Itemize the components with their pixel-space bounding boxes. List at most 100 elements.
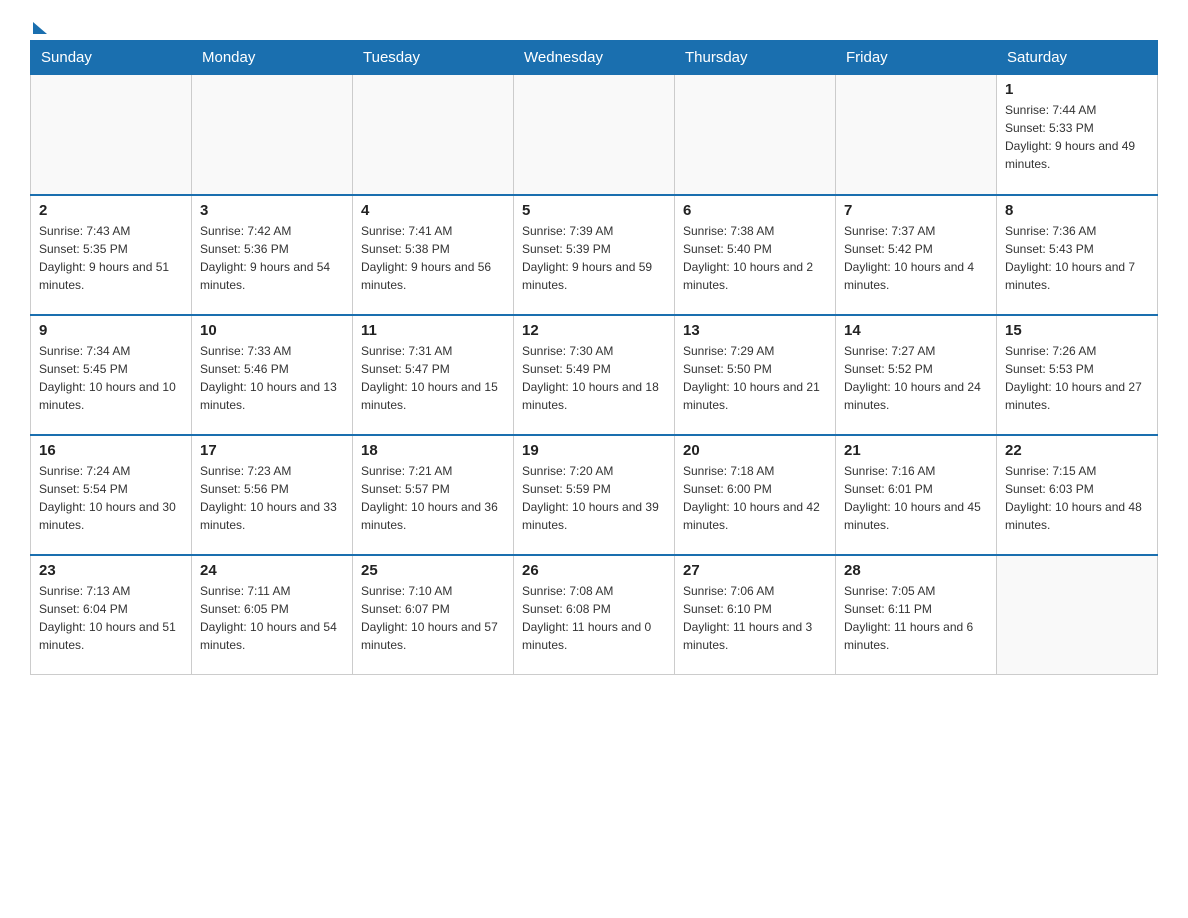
day-info: Sunrise: 7:44 AMSunset: 5:33 PMDaylight:… [1005,101,1149,173]
column-header-sunday: Sunday [31,41,192,75]
day-number: 13 [683,322,827,339]
day-number: 24 [200,562,344,579]
day-number: 14 [844,322,988,339]
week-row-1: 1 Sunrise: 7:44 AMSunset: 5:33 PMDaylight… [31,75,1158,195]
calendar-cell: 13 Sunrise: 7:29 AMSunset: 5:50 PMDayligh… [675,315,836,435]
day-info: Sunrise: 7:16 AMSunset: 6:01 PMDaylight:… [844,462,988,534]
calendar-cell: 19 Sunrise: 7:20 AMSunset: 5:59 PMDayligh… [514,435,675,555]
day-info: Sunrise: 7:30 AMSunset: 5:49 PMDaylight:… [522,342,666,414]
day-info: Sunrise: 7:08 AMSunset: 6:08 PMDaylight:… [522,582,666,654]
day-info: Sunrise: 7:21 AMSunset: 5:57 PMDaylight:… [361,462,505,534]
day-number: 16 [39,442,183,459]
calendar-cell [836,75,997,195]
day-info: Sunrise: 7:33 AMSunset: 5:46 PMDaylight:… [200,342,344,414]
day-number: 25 [361,562,505,579]
calendar-cell: 23 Sunrise: 7:13 AMSunset: 6:04 PMDayligh… [31,555,192,675]
day-info: Sunrise: 7:42 AMSunset: 5:36 PMDaylight:… [200,222,344,294]
calendar-cell: 7 Sunrise: 7:37 AMSunset: 5:42 PMDaylight… [836,195,997,315]
calendar-cell [675,75,836,195]
day-number: 8 [1005,202,1149,219]
calendar-cell [31,75,192,195]
day-number: 11 [361,322,505,339]
day-info: Sunrise: 7:31 AMSunset: 5:47 PMDaylight:… [361,342,505,414]
column-header-friday: Friday [836,41,997,75]
calendar-header-row: SundayMondayTuesdayWednesdayThursdayFrid… [31,41,1158,75]
day-info: Sunrise: 7:20 AMSunset: 5:59 PMDaylight:… [522,462,666,534]
day-number: 28 [844,562,988,579]
calendar-cell: 27 Sunrise: 7:06 AMSunset: 6:10 PMDayligh… [675,555,836,675]
week-row-2: 2 Sunrise: 7:43 AMSunset: 5:35 PMDaylight… [31,195,1158,315]
day-number: 23 [39,562,183,579]
day-info: Sunrise: 7:05 AMSunset: 6:11 PMDaylight:… [844,582,988,654]
calendar-cell: 17 Sunrise: 7:23 AMSunset: 5:56 PMDayligh… [192,435,353,555]
calendar-cell: 3 Sunrise: 7:42 AMSunset: 5:36 PMDaylight… [192,195,353,315]
day-info: Sunrise: 7:18 AMSunset: 6:00 PMDaylight:… [683,462,827,534]
calendar-cell: 24 Sunrise: 7:11 AMSunset: 6:05 PMDayligh… [192,555,353,675]
day-info: Sunrise: 7:38 AMSunset: 5:40 PMDaylight:… [683,222,827,294]
day-number: 15 [1005,322,1149,339]
day-info: Sunrise: 7:06 AMSunset: 6:10 PMDaylight:… [683,582,827,654]
day-number: 19 [522,442,666,459]
day-info: Sunrise: 7:24 AMSunset: 5:54 PMDaylight:… [39,462,183,534]
day-number: 10 [200,322,344,339]
calendar-cell: 14Sunrise: 7:27 AMSunset: 5:52 PMDayligh… [836,315,997,435]
calendar-cell: 11 Sunrise: 7:31 AMSunset: 5:47 PMDayligh… [353,315,514,435]
day-number: 17 [200,442,344,459]
calendar-cell: 6 Sunrise: 7:38 AMSunset: 5:40 PMDaylight… [675,195,836,315]
day-number: 5 [522,202,666,219]
day-number: 2 [39,202,183,219]
day-info: Sunrise: 7:10 AMSunset: 6:07 PMDaylight:… [361,582,505,654]
day-number: 7 [844,202,988,219]
calendar-cell [353,75,514,195]
calendar-cell [192,75,353,195]
column-header-monday: Monday [192,41,353,75]
day-number: 21 [844,442,988,459]
calendar-cell [997,555,1158,675]
calendar-cell: 9 Sunrise: 7:34 AMSunset: 5:45 PMDaylight… [31,315,192,435]
calendar-cell [514,75,675,195]
day-info: Sunrise: 7:26 AMSunset: 5:53 PMDaylight:… [1005,342,1149,414]
day-info: Sunrise: 7:43 AMSunset: 5:35 PMDaylight:… [39,222,183,294]
calendar-cell: 1 Sunrise: 7:44 AMSunset: 5:33 PMDaylight… [997,75,1158,195]
column-header-wednesday: Wednesday [514,41,675,75]
day-info: Sunrise: 7:34 AMSunset: 5:45 PMDaylight:… [39,342,183,414]
day-number: 3 [200,202,344,219]
day-number: 18 [361,442,505,459]
day-info: Sunrise: 7:41 AMSunset: 5:38 PMDaylight:… [361,222,505,294]
day-info: Sunrise: 7:37 AMSunset: 5:42 PMDaylight:… [844,222,988,294]
day-info: Sunrise: 7:13 AMSunset: 6:04 PMDaylight:… [39,582,183,654]
calendar-cell: 20 Sunrise: 7:18 AMSunset: 6:00 PMDayligh… [675,435,836,555]
day-number: 27 [683,562,827,579]
column-header-saturday: Saturday [997,41,1158,75]
calendar-cell: 10 Sunrise: 7:33 AMSunset: 5:46 PMDayligh… [192,315,353,435]
calendar-cell: 25 Sunrise: 7:10 AMSunset: 6:07 PMDayligh… [353,555,514,675]
day-number: 6 [683,202,827,219]
calendar-cell: 12 Sunrise: 7:30 AMSunset: 5:49 PMDayligh… [514,315,675,435]
calendar-cell: 21 Sunrise: 7:16 AMSunset: 6:01 PMDayligh… [836,435,997,555]
day-info: Sunrise: 7:11 AMSunset: 6:05 PMDaylight:… [200,582,344,654]
calendar-cell: 15 Sunrise: 7:26 AMSunset: 5:53 PMDayligh… [997,315,1158,435]
week-row-5: 23 Sunrise: 7:13 AMSunset: 6:04 PMDayligh… [31,555,1158,675]
calendar-table: SundayMondayTuesdayWednesdayThursdayFrid… [30,40,1158,675]
day-info: Sunrise: 7:23 AMSunset: 5:56 PMDaylight:… [200,462,344,534]
day-number: 12 [522,322,666,339]
day-number: 20 [683,442,827,459]
day-info: Sunrise: 7:29 AMSunset: 5:50 PMDaylight:… [683,342,827,414]
day-number: 9 [39,322,183,339]
week-row-3: 9 Sunrise: 7:34 AMSunset: 5:45 PMDaylight… [31,315,1158,435]
column-header-thursday: Thursday [675,41,836,75]
day-number: 1 [1005,81,1149,98]
calendar-cell: 8 Sunrise: 7:36 AMSunset: 5:43 PMDaylight… [997,195,1158,315]
calendar-cell: 4Sunrise: 7:41 AMSunset: 5:38 PMDaylight… [353,195,514,315]
calendar-cell: 28 Sunrise: 7:05 AMSunset: 6:11 PMDayligh… [836,555,997,675]
calendar-cell: 5 Sunrise: 7:39 AMSunset: 5:39 PMDaylight… [514,195,675,315]
day-info: Sunrise: 7:15 AMSunset: 6:03 PMDaylight:… [1005,462,1149,534]
day-number: 26 [522,562,666,579]
day-info: Sunrise: 7:36 AMSunset: 5:43 PMDaylight:… [1005,222,1149,294]
calendar-cell: 22 Sunrise: 7:15 AMSunset: 6:03 PMDayligh… [997,435,1158,555]
calendar-cell: 2 Sunrise: 7:43 AMSunset: 5:35 PMDaylight… [31,195,192,315]
calendar-cell: 18 Sunrise: 7:21 AMSunset: 5:57 PMDayligh… [353,435,514,555]
day-number: 22 [1005,442,1149,459]
week-row-4: 16 Sunrise: 7:24 AMSunset: 5:54 PMDayligh… [31,435,1158,555]
day-info: Sunrise: 7:39 AMSunset: 5:39 PMDaylight:… [522,222,666,294]
